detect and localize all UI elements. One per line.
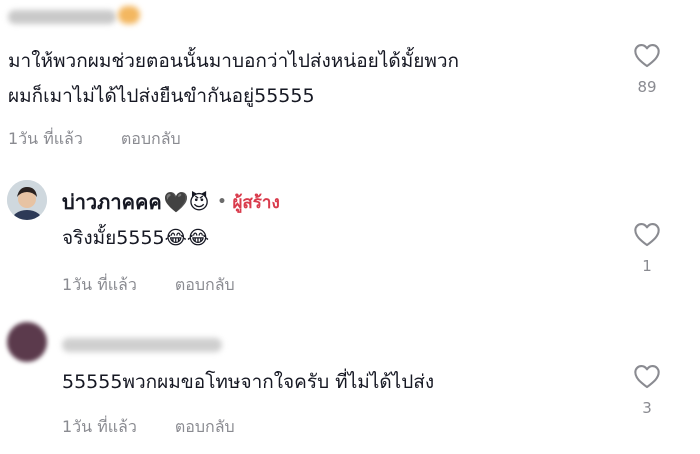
username[interactable]: บ่าวภาคคค	[62, 186, 162, 218]
avatar[interactable]	[7, 180, 47, 220]
heart-outline-icon	[634, 365, 660, 389]
reply-button[interactable]: ตอบกลับ	[121, 129, 181, 148]
blurred-username	[8, 10, 116, 24]
comment-text: 55555พวกผมขอโทษจากใจครับ ที่ไม่ได้ไปส่ง	[62, 371, 435, 393]
timestamp: 1วัน ที่แล้ว	[8, 129, 83, 148]
username-emojis: 🖤😈	[163, 190, 210, 214]
like-button[interactable]: 1	[627, 221, 667, 275]
comment-meta: 1วัน ที่แล้ว ตอบกลับ	[8, 127, 181, 152]
avatar[interactable]	[7, 322, 47, 362]
comment-text: จริงมั้ย5555😂😂	[62, 227, 210, 249]
blurred-emoji	[118, 6, 140, 24]
timestamp: 1วัน ที่แล้ว	[62, 275, 137, 294]
like-count: 89	[637, 78, 657, 96]
heart-outline-icon	[634, 223, 660, 247]
reply-button[interactable]: ตอบกลับ	[175, 275, 235, 294]
comment-author: บ่าวภาคคค 🖤😈 • ผู้สร้าง	[62, 186, 280, 218]
comment-text-line-2: ผมก็เมาไม่ได้ไปส่งยืนขำกันอยู่55555	[8, 85, 315, 107]
comment-item: 55555พวกผมขอโทษจากใจครับ ที่ไม่ได้ไปส่ง …	[0, 300, 700, 454]
like-button[interactable]: 89	[627, 42, 667, 96]
heart-outline-icon	[634, 44, 660, 68]
blurred-username	[62, 338, 222, 352]
comment-meta: 1วัน ที่แล้ว ตอบกลับ	[62, 273, 235, 298]
reply-button[interactable]: ตอบกลับ	[175, 417, 235, 436]
dot-separator: •	[217, 194, 227, 210]
creator-badge: ผู้สร้าง	[232, 192, 280, 213]
like-count: 1	[642, 257, 652, 275]
comment-item: บ่าวภาคคค 🖤😈 • ผู้สร้าง จริงมั้ย5555😂😂 1วัน…	[0, 160, 700, 300]
comment-meta: 1วัน ที่แล้ว ตอบกลับ	[62, 415, 235, 440]
comment-text-line-1: มาให้พวกผมช่วยตอนนั้นมาบอกว่าไปส่งหน่อยไ…	[8, 50, 460, 72]
like-button[interactable]: 3	[627, 363, 667, 417]
comment-item: มาให้พวกผมช่วยตอนนั้นมาบอกว่าไปส่งหน่อยไ…	[0, 0, 700, 160]
like-count: 3	[642, 399, 652, 417]
timestamp: 1วัน ที่แล้ว	[62, 417, 137, 436]
